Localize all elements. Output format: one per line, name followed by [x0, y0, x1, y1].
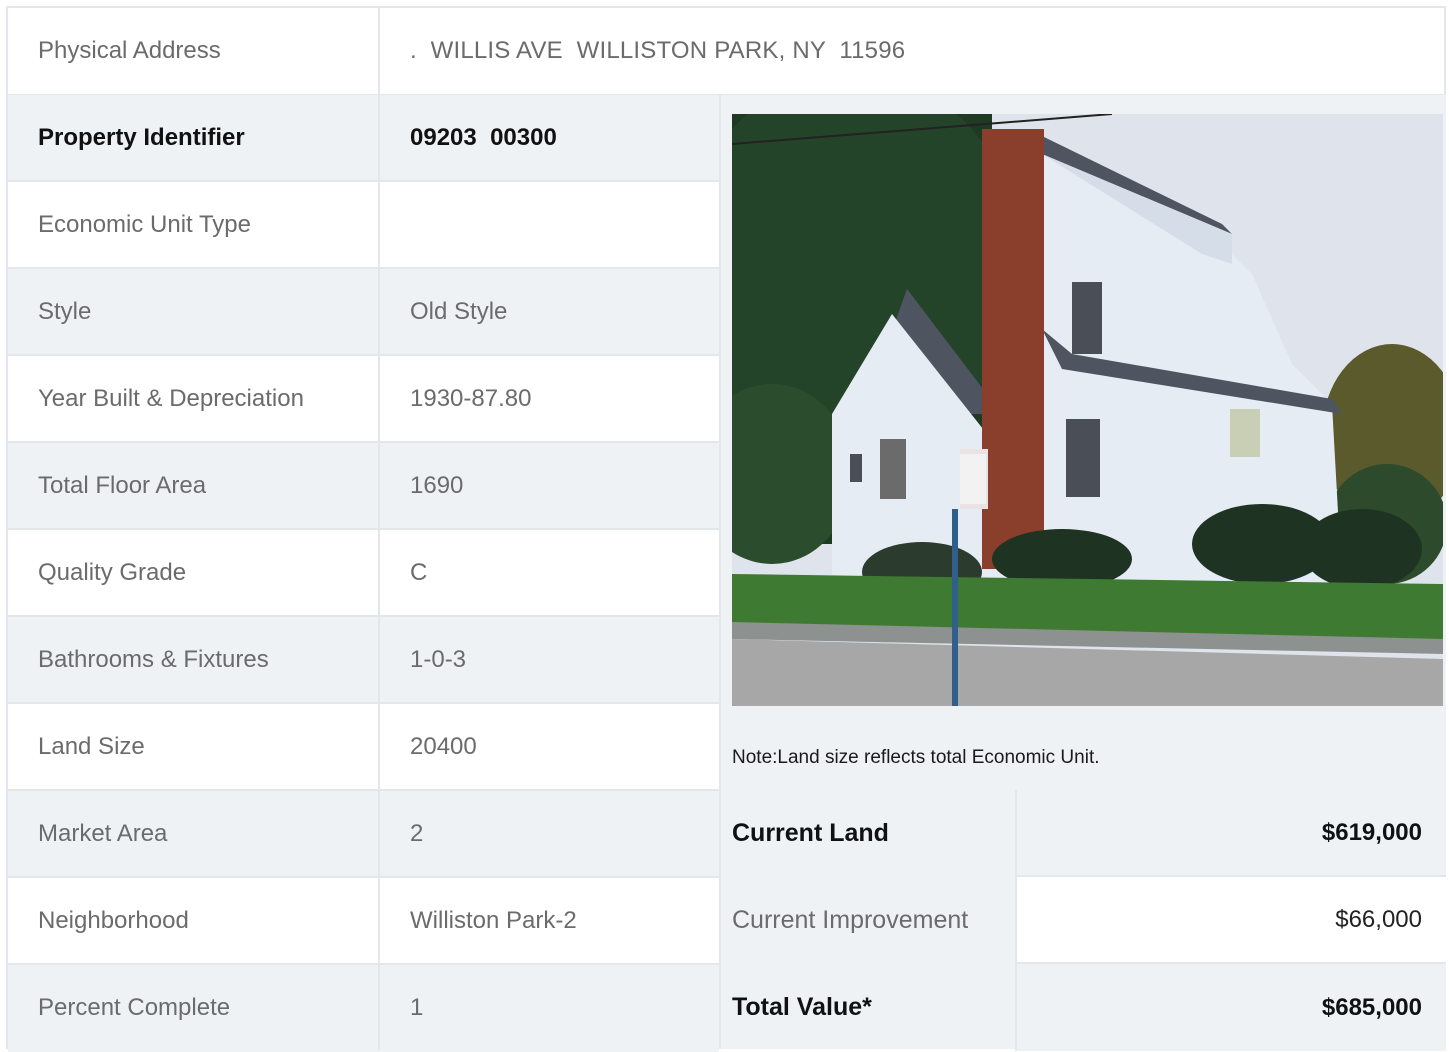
- valuation-row: Current Improvement $66,000: [721, 877, 1446, 964]
- detail-value: 09203 00300: [378, 95, 719, 180]
- address-row: Physical Address . WILLIS AVE WILLISTON …: [8, 8, 1444, 96]
- valuation-row: Total Value* $685,000: [721, 964, 1446, 1051]
- valuation-panel: Note:Land size reflects total Economic U…: [719, 95, 1446, 1051]
- detail-value: 20400: [378, 704, 719, 789]
- detail-value: 1930-87.80: [378, 356, 719, 441]
- detail-row: Year Built & Depreciation 1930-87.80: [8, 356, 719, 443]
- detail-row: Total Floor Area 1690: [8, 443, 719, 530]
- valuation-label: Current Land: [732, 819, 889, 847]
- detail-label: Land Size: [38, 732, 145, 760]
- detail-value: 1-0-3: [378, 617, 719, 702]
- detail-value: [378, 182, 719, 267]
- detail-label: Quality Grade: [38, 558, 187, 586]
- detail-row: Percent Complete 1: [8, 965, 719, 1052]
- detail-label: Percent Complete: [38, 993, 231, 1021]
- valuation-row: Current Land $619,000: [721, 790, 1446, 877]
- land-size-note: Note:Land size reflects total Economic U…: [732, 747, 1100, 768]
- detail-value: C: [378, 530, 719, 615]
- valuation-label: Current Improvement: [732, 906, 969, 934]
- valuation-value: $619,000: [1015, 790, 1446, 877]
- detail-value: 1: [378, 965, 719, 1050]
- detail-label: Bathrooms & Fixtures: [38, 645, 269, 673]
- address-label: Physical Address: [38, 37, 221, 64]
- detail-row: Market Area 2: [8, 791, 719, 878]
- detail-value: Old Style: [378, 269, 719, 354]
- valuation-value: $66,000: [1015, 877, 1446, 964]
- detail-row: Bathrooms & Fixtures 1-0-3: [8, 617, 719, 704]
- detail-value: 2: [378, 791, 719, 876]
- detail-label: Property Identifier: [38, 123, 245, 151]
- detail-row: Economic Unit Type: [8, 182, 719, 269]
- detail-value: 1690: [378, 443, 719, 528]
- valuation-value: $685,000: [1015, 964, 1446, 1051]
- detail-value: Williston Park-2: [378, 878, 719, 963]
- detail-row: Quality Grade C: [8, 530, 719, 617]
- detail-row: Style Old Style: [8, 269, 719, 356]
- property-photo[interactable]: [732, 114, 1443, 706]
- detail-label: Style: [38, 297, 92, 325]
- detail-row: Neighborhood Williston Park-2: [8, 878, 719, 965]
- house-photo-icon: [732, 114, 1443, 706]
- detail-label: Year Built & Depreciation: [38, 384, 304, 412]
- valuation-label: Total Value*: [732, 993, 872, 1021]
- detail-row: Property Identifier 09203 00300: [8, 95, 719, 182]
- detail-label: Economic Unit Type: [38, 210, 251, 238]
- detail-label: Market Area: [38, 819, 168, 847]
- address-value: . WILLIS AVE WILLISTON PARK, NY 11596: [378, 8, 1444, 94]
- detail-label: Neighborhood: [38, 906, 189, 934]
- detail-row: Land Size 20400: [8, 704, 719, 791]
- detail-label: Total Floor Area: [38, 471, 207, 499]
